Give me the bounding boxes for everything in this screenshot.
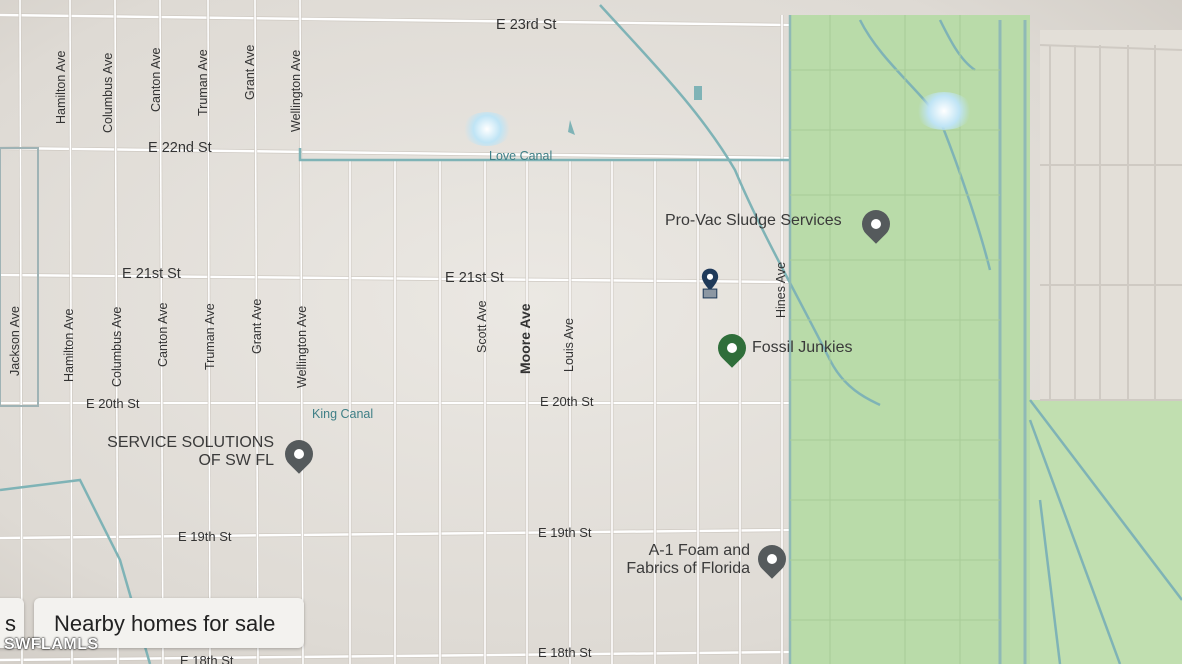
avenue-label: Grant Ave <box>243 44 257 100</box>
street-label-e20th-mid: E 20th St <box>540 394 594 409</box>
map-roads <box>0 0 1182 664</box>
avenue-label: Hamilton Ave <box>62 308 76 382</box>
avenue-label: Grant Ave <box>250 298 264 354</box>
canal-label-king: King Canal <box>312 407 374 421</box>
avenue-label: Wellington Ave <box>295 305 309 388</box>
avenue-label: Columbus Ave <box>101 52 115 133</box>
poi-pin-a1-foam[interactable] <box>752 539 792 579</box>
screen-glare <box>915 92 973 130</box>
avenue-label: Wellington Ave <box>289 49 303 132</box>
poi-pin-service-solutions[interactable] <box>279 434 319 474</box>
street-label-e19th-west: E 19th St <box>178 529 232 544</box>
avenue-label: Canton Ave <box>149 47 163 112</box>
avenue-label: Truman Ave <box>196 49 210 116</box>
avenue-label: Canton Ave <box>156 302 170 367</box>
street-label-e21st-west: E 21st St <box>122 266 181 282</box>
canal-label-love: Love Canal <box>489 149 553 163</box>
map-canvas[interactable]: E 23rd St E 22nd St E 21st St E 21st St … <box>0 0 1182 664</box>
street-label-e20th-west: E 20th St <box>86 396 140 411</box>
avenue-label-moore: Moore Ave <box>517 303 533 374</box>
street-label-e23rd: E 23rd St <box>496 17 557 33</box>
poi-name-fossil-junkies[interactable]: Fossil Junkies <box>752 339 852 357</box>
screen-glare <box>462 112 512 146</box>
location-pin-icon[interactable] <box>697 268 723 302</box>
avenue-label-scott: Scott Ave <box>475 300 489 353</box>
poi-pin-pro-vac[interactable] <box>856 204 896 244</box>
poi-name-service-solutions[interactable]: SERVICE SOLUTIONS OF SW FL <box>88 434 274 469</box>
avenue-label-louis: Louis Ave <box>562 318 576 372</box>
street-label-e22nd: E 22nd St <box>148 140 212 156</box>
avenue-label: Jackson Ave <box>8 306 22 376</box>
poi-name-a1-foam[interactable]: A-1 Foam and Fabrics of Florida <box>600 542 750 577</box>
poi-name-pro-vac[interactable]: Pro-Vac Sludge Services <box>665 212 842 230</box>
avenue-label-hines: Hines Ave <box>774 261 788 318</box>
street-label-e19th-mid: E 19th St <box>538 525 592 540</box>
avenue-label: Columbus Ave <box>110 306 124 387</box>
street-label-e18th-mid: E 18th St <box>538 645 592 660</box>
avenue-label: Truman Ave <box>203 303 217 370</box>
watermark: SWFLAMLS <box>4 636 99 653</box>
poi-pin-fossil-junkies[interactable] <box>712 328 752 368</box>
avenue-label: Hamilton Ave <box>54 50 68 124</box>
street-label-e21st-mid: E 21st St <box>445 270 504 286</box>
street-label-e18th-west: E 18th St <box>180 653 234 664</box>
